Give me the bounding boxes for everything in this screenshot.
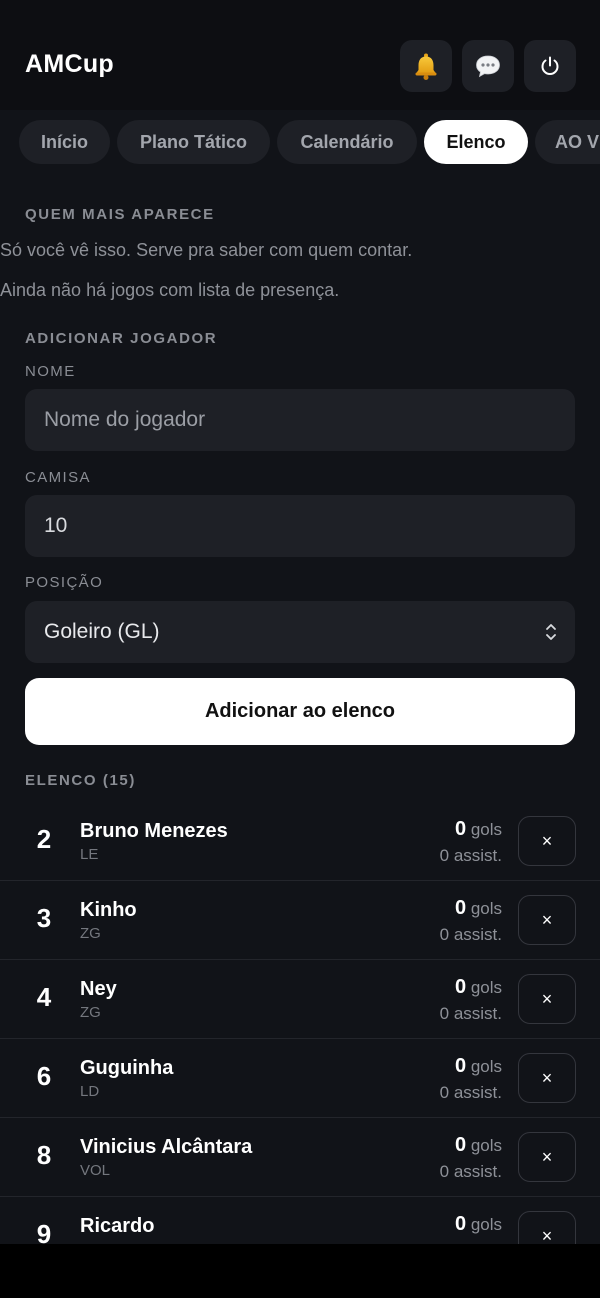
player-number: 6 (36, 1061, 52, 1091)
player-number: 4 (36, 982, 52, 1012)
player-goals: 0 gols (455, 1134, 502, 1157)
goals-unit: gols (470, 1136, 502, 1155)
roster-row: 9 Ricardo 0 gols × (0, 1197, 600, 1244)
remove-player-button[interactable]: × (518, 974, 576, 1024)
messages-button[interactable] (462, 40, 514, 92)
shirt-number-input[interactable] (25, 495, 575, 557)
roster-row: 4 Ney ZG 0 gols 0 assist. × (0, 960, 600, 1039)
close-icon: × (541, 830, 553, 851)
goals-count: 0 (454, 976, 467, 998)
position-select-value: Goleiro (GL) (44, 620, 160, 643)
tab-ao-vivo[interactable]: AO V (535, 120, 600, 164)
player-name: Vinicius Alcântara (80, 1136, 253, 1158)
player-goals: 0 gols (455, 1055, 502, 1078)
goals-count: 0 (454, 1134, 467, 1156)
player-assists: 0 assist. (439, 1004, 502, 1023)
tab-calendario[interactable]: Calendário (277, 120, 417, 164)
player-goals: 0 gols (455, 818, 502, 841)
roster-row: 8 Vinicius Alcântara VOL 0 gols 0 assist… (0, 1118, 600, 1197)
player-goals: 0 gols (455, 976, 502, 999)
close-icon: × (541, 988, 553, 1009)
add-to-roster-button[interactable]: Adicionar ao elenco (25, 678, 575, 745)
goals-unit: gols (470, 899, 502, 918)
bottom-safe-area (0, 1244, 600, 1298)
player-position: VOL (80, 1162, 111, 1179)
roster-row: 3 Kinho ZG 0 gols 0 assist. × (0, 881, 600, 960)
player-number: 8 (36, 1140, 52, 1170)
tab-bar: Início Plano Tático Calendário Elenco AO… (0, 110, 600, 174)
player-name: Kinho (80, 899, 137, 921)
goals-unit: gols (470, 1215, 502, 1234)
player-number: 9 (36, 1219, 52, 1244)
player-name: Ricardo (80, 1215, 155, 1237)
bell-icon (415, 53, 437, 80)
remove-player-button[interactable]: × (518, 1132, 576, 1182)
goals-unit: gols (470, 820, 502, 839)
player-goals: 0 gols (455, 1213, 502, 1236)
player-position: LE (80, 846, 99, 863)
player-name: Guguinha (80, 1057, 174, 1079)
player-position: ZG (80, 1004, 101, 1021)
player-position: LD (80, 1083, 100, 1100)
goals-count: 0 (454, 1055, 467, 1077)
app-screen: AMCup Início Plano Tático Calendário Ele… (0, 0, 600, 1244)
shirt-field-label: CAMISA (25, 469, 91, 486)
notifications-button[interactable] (400, 40, 452, 92)
close-icon: × (541, 1225, 553, 1245)
remove-player-button[interactable]: × (518, 895, 576, 945)
goals-count: 0 (454, 1213, 467, 1235)
power-icon (541, 56, 559, 75)
player-goals: 0 gols (455, 897, 502, 920)
remove-player-button[interactable]: × (518, 816, 576, 866)
app-header: AMCup (0, 0, 600, 110)
attendance-description: Só você vê isso. Serve pra saber com que… (0, 240, 413, 260)
tab-elenco[interactable]: Elenco (424, 120, 528, 164)
player-number: 3 (36, 903, 52, 933)
player-name-input[interactable] (25, 389, 575, 451)
close-icon: × (541, 1067, 553, 1088)
player-number: 2 (36, 824, 52, 854)
goals-count: 0 (454, 818, 467, 840)
position-field-label: POSIÇÃO (25, 574, 104, 591)
goals-unit: gols (470, 1057, 502, 1076)
chevron-up-down-icon (546, 624, 556, 640)
roster-row: 6 Guguinha LD 0 gols 0 assist. × (0, 1039, 600, 1118)
tab-plano-tatico[interactable]: Plano Tático (117, 120, 270, 164)
name-field-label: NOME (25, 363, 76, 380)
app-title: AMCup (25, 50, 114, 78)
attendance-heading: QUEM MAIS APARECE (25, 206, 215, 223)
player-name: Bruno Menezes (80, 820, 228, 842)
goals-count: 0 (454, 897, 467, 919)
player-assists: 0 assist. (439, 1162, 502, 1181)
close-icon: × (541, 909, 553, 930)
chat-bubble-icon (476, 55, 500, 78)
player-name: Ney (80, 978, 117, 1000)
position-select[interactable]: Goleiro (GL) (25, 601, 575, 663)
player-position: ZG (80, 925, 101, 942)
close-icon: × (541, 1146, 553, 1167)
attendance-empty-message: Ainda não há jogos com lista de presença… (0, 280, 340, 300)
add-player-heading: ADICIONAR JOGADOR (25, 330, 218, 347)
roster-row: 2 Bruno Menezes LE 0 gols 0 assist. × (0, 802, 600, 881)
player-assists: 0 assist. (439, 925, 502, 944)
remove-player-button[interactable]: × (518, 1053, 576, 1103)
goals-unit: gols (470, 978, 502, 997)
logout-button[interactable] (524, 40, 576, 92)
roster-heading: ELENCO (15) (25, 772, 136, 789)
player-assists: 0 assist. (439, 846, 502, 865)
player-assists: 0 assist. (439, 1083, 502, 1102)
remove-player-button[interactable]: × (518, 1211, 576, 1244)
tab-inicio[interactable]: Início (19, 120, 110, 164)
